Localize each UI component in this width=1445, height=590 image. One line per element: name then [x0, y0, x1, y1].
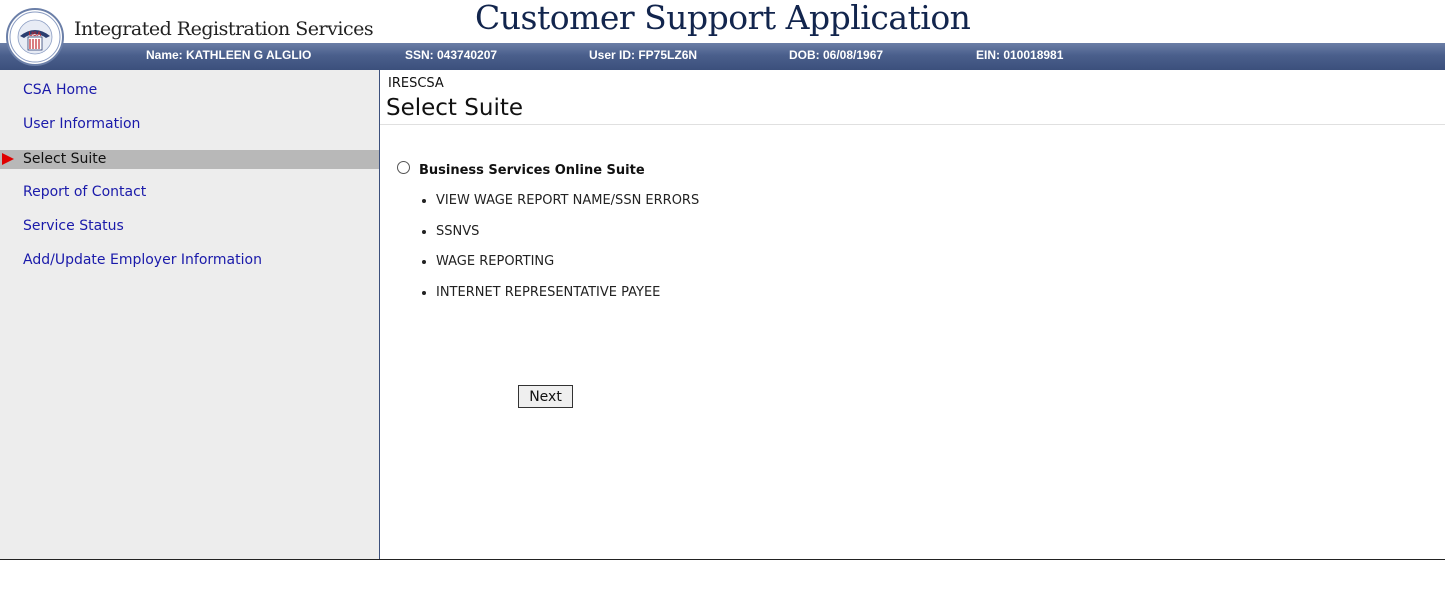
current-page-arrow-icon [2, 153, 14, 165]
sidebar-item-select-suite[interactable]: Select Suite [0, 150, 379, 169]
app-title: Customer Support Application [475, 0, 971, 37]
breadcrumb: IRESCSA [388, 76, 444, 91]
list-item: SSNVS [436, 221, 699, 252]
page-title: Select Suite [386, 95, 524, 121]
user-dob: DOB: 06/08/1967 [789, 48, 884, 62]
footer-divider [0, 559, 1445, 560]
user-ssn: SSN: 043740207 [405, 48, 498, 62]
list-item: WAGE REPORTING [436, 251, 699, 282]
sidebar-item-service-status[interactable]: Service Status [0, 217, 379, 236]
next-button[interactable]: Next [518, 385, 573, 408]
sidebar-item-label[interactable]: Report of Contact [23, 183, 146, 202]
user-ein: EIN: 010018981 [976, 48, 1064, 62]
sidebar-item-report-of-contact[interactable]: Report of Contact [0, 183, 379, 202]
sidebar-item-label[interactable]: CSA Home [23, 81, 97, 100]
main-content: IRESCSA Select Suite Business Services O… [380, 70, 1445, 559]
user-id: User ID: FP75LZ6N [589, 48, 698, 62]
service-list: VIEW WAGE REPORT NAME/SSN ERRORS SSNVS W… [420, 190, 699, 312]
suite-radio-button[interactable] [397, 161, 410, 174]
sidebar-item-label[interactable]: Select Suite [23, 150, 106, 169]
user-name: Name: KATHLEEN G ALGLIO [146, 48, 312, 62]
suite-label[interactable]: Business Services Online Suite [419, 163, 645, 178]
agency-name: Integrated Registration Services [74, 18, 374, 40]
sidebar-item-user-information[interactable]: User Information [0, 115, 379, 134]
list-item: INTERNET REPRESENTATIVE PAYEE [436, 282, 699, 313]
sidebar-nav: CSA Home User Information Select Suite R… [0, 70, 380, 559]
ssa-seal-logo: USA [6, 8, 64, 66]
sidebar-item-label[interactable]: Add/Update Employer Information [23, 251, 262, 270]
sidebar-item-label[interactable]: User Information [23, 115, 140, 134]
sidebar-item-label[interactable]: Service Status [23, 217, 124, 236]
svg-text:USA: USA [29, 32, 42, 38]
user-info-bar: Name: KATHLEEN G ALGLIO SSN: 043740207 U… [0, 43, 1445, 70]
title-divider [380, 124, 1445, 125]
sidebar-item-add-update-employer[interactable]: Add/Update Employer Information [0, 251, 379, 270]
list-item: VIEW WAGE REPORT NAME/SSN ERRORS [436, 190, 699, 221]
sidebar-item-csa-home[interactable]: CSA Home [0, 81, 379, 100]
header: USA Integrated Registration Services Cus… [0, 0, 1445, 66]
